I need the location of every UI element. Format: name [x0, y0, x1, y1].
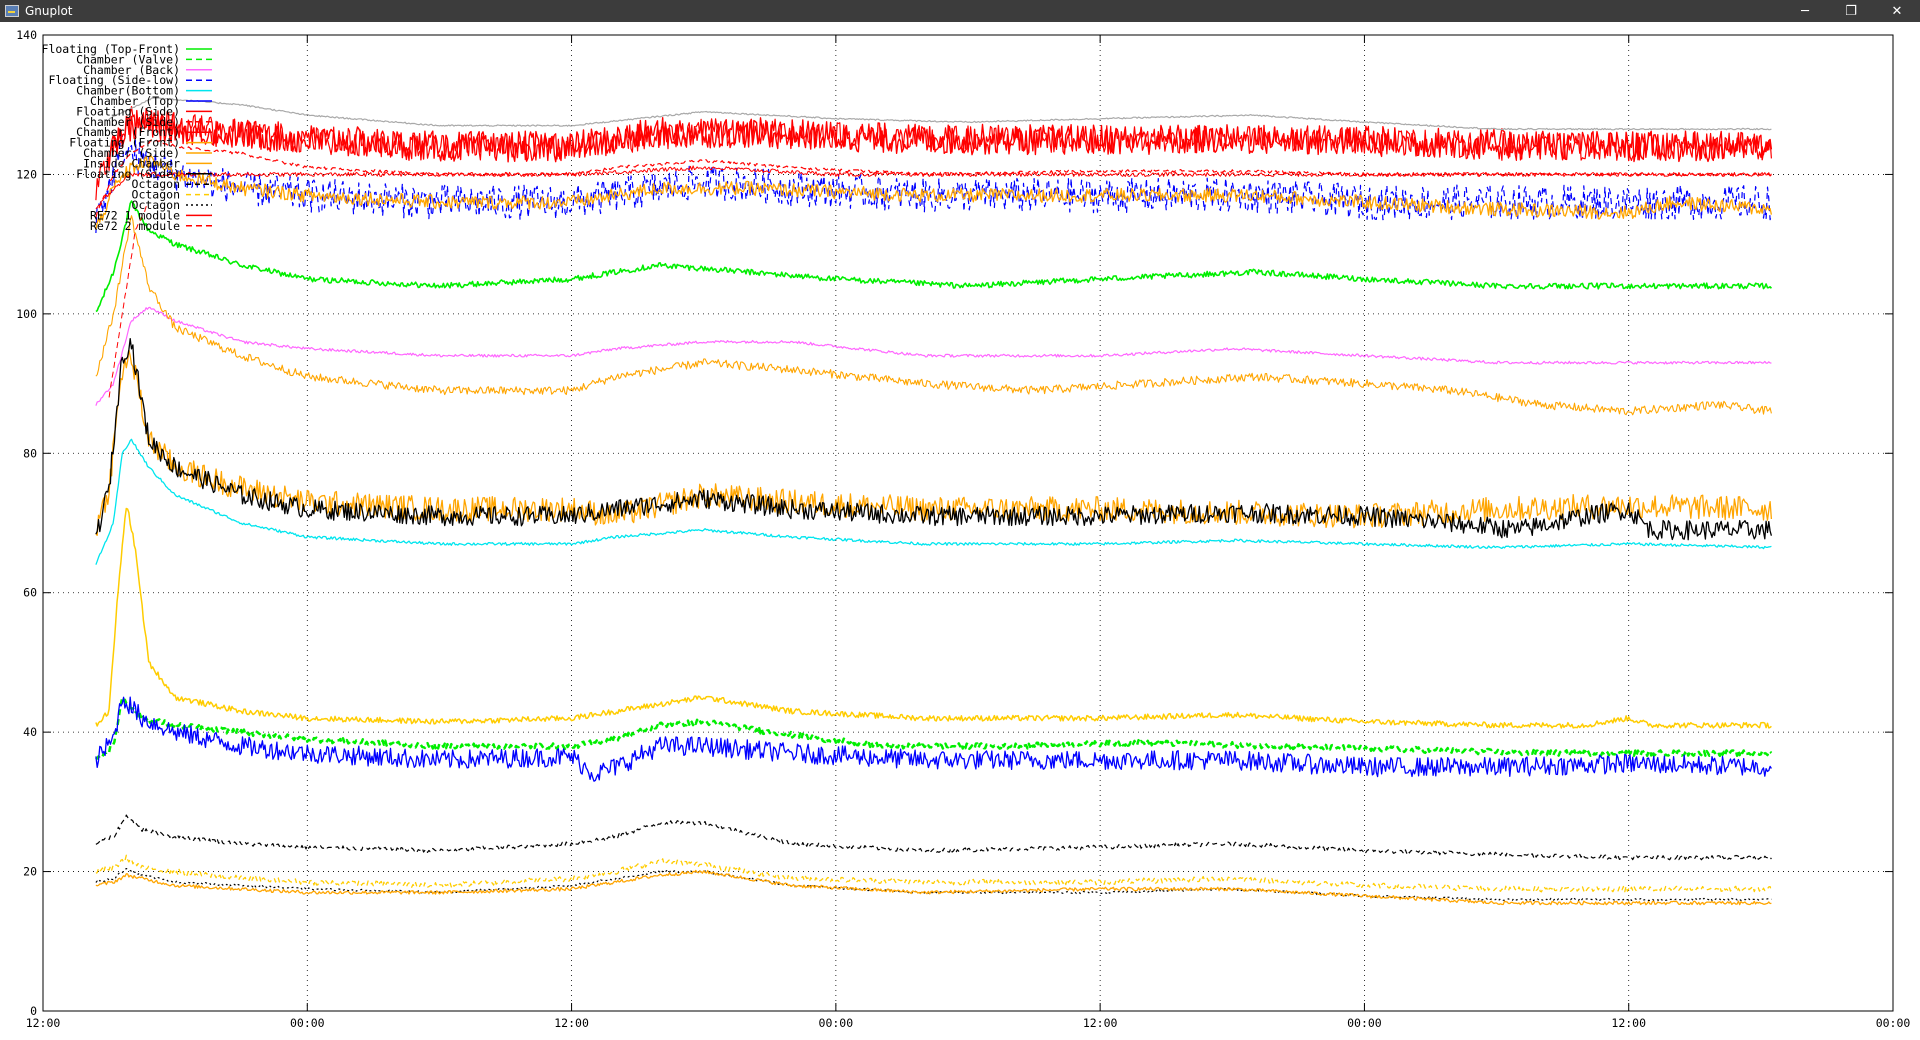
x-tick-label: 00:00 — [290, 1016, 325, 1030]
x-tick-label: 12:00 — [554, 1016, 589, 1030]
series-line-19 — [95, 507, 1772, 729]
legend-label: Re72 2 module — [90, 219, 180, 233]
x-tick-label: 12:00 — [26, 1016, 61, 1030]
x-tick-label: 12:00 — [1083, 1016, 1118, 1030]
y-tick-label: 100 — [16, 307, 37, 321]
series-line-13 — [95, 814, 1772, 861]
series-line-18 — [108, 97, 1772, 131]
x-tick-label: 00:00 — [1347, 1016, 1382, 1030]
axis-layer: 02040608010012014012:00 00:00 12:00 00:00 12… — [16, 28, 1910, 1030]
series-line-14 — [95, 854, 1773, 893]
gnuplot-app-icon — [5, 5, 19, 17]
title-bar: Gnuplot ─ ❐ ✕ — [0, 0, 1920, 22]
close-button[interactable]: ✕ — [1874, 0, 1920, 22]
series-line-2 — [95, 306, 1772, 406]
y-tick-label: 80 — [23, 446, 37, 460]
series-layer — [95, 97, 1773, 906]
x-tick-label: 12:00 — [1611, 1016, 1646, 1030]
gnuplot-chart: 02040608010012014012:00 00:00 12:00 00:00 12… — [16, 28, 1910, 1030]
minimize-button[interactable]: ─ — [1782, 0, 1828, 22]
window-title: Gnuplot — [25, 4, 73, 18]
y-tick-label: 60 — [23, 586, 37, 600]
series-line-0 — [95, 200, 1773, 313]
series-line-9 — [95, 154, 1773, 230]
plot-frame — [42, 34, 1894, 1012]
y-tick-label: 120 — [16, 167, 37, 181]
series-line-11 — [95, 215, 1772, 416]
x-tick-label: 00:00 — [1876, 1016, 1911, 1030]
x-tick-label: 00:00 — [819, 1016, 854, 1030]
series-line-20 — [95, 869, 1772, 906]
series-line-6 — [95, 106, 1772, 201]
restore-button[interactable]: ❐ — [1828, 0, 1874, 22]
y-tick-label: 20 — [23, 865, 37, 879]
y-tick-label: 40 — [23, 725, 37, 739]
series-line-15 — [95, 868, 1772, 902]
grid-layer — [43, 35, 1893, 1011]
plot-area: 0 20 40 60 80 100 120 140 12:00 00:00 12:00 00:00 12… — [0, 22, 1920, 1040]
y-tick-label: 140 — [16, 28, 37, 42]
